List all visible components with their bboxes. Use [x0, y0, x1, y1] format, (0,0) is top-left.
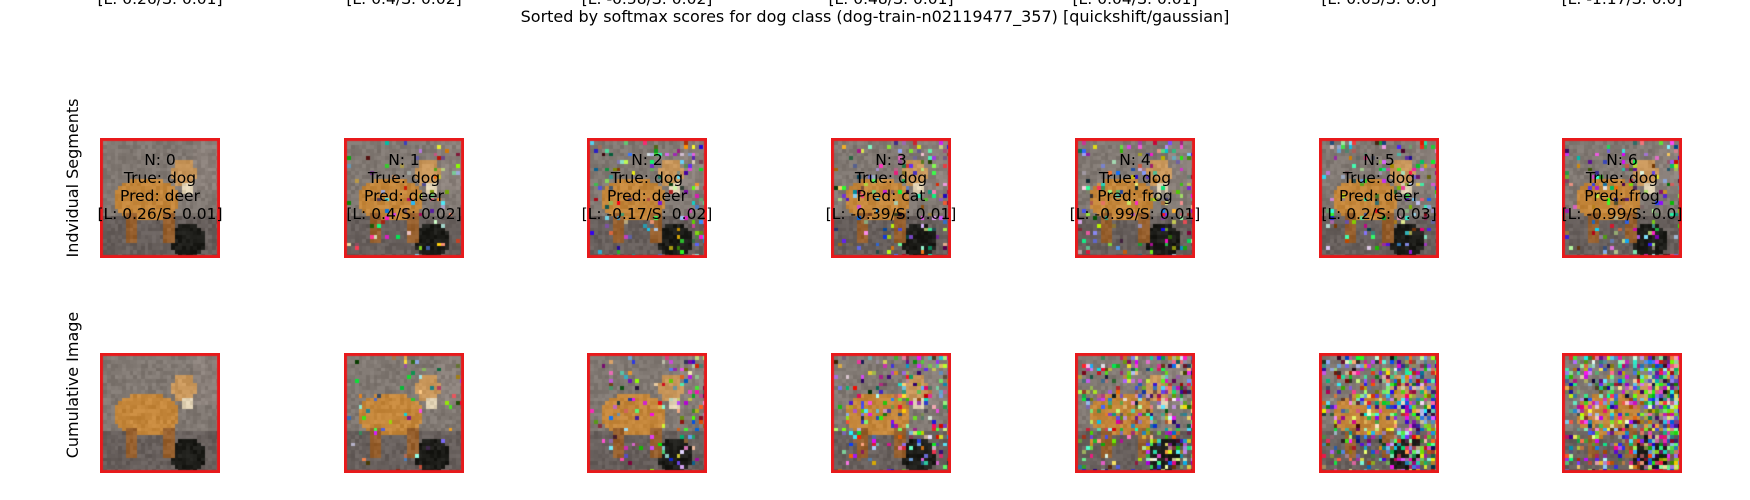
panel-title: N: 2 True: dog Pred: deer [L: -0.17/S: 0.02…	[517, 151, 777, 223]
panel-true-label: True: dog	[610, 169, 684, 187]
panel-title: N: 3True: dogPred: cat[L: 0.48/S: 0.01]	[761, 0, 1021, 8]
panel-score-label: [L: -0.17/S: 0.02]	[581, 205, 713, 223]
panel-pred-label: Pred: cat	[856, 187, 926, 205]
panel-pred-label: Pred: frog	[1097, 187, 1173, 205]
panel-score-label: [L: 0.4/S: 0.02]	[346, 205, 462, 223]
panel-score-label: [L: 0.04/S: 0.01]	[1005, 0, 1265, 8]
panel-n-label: N: 0	[144, 151, 176, 169]
panel-pred-label: Pred: deer	[607, 187, 687, 205]
panel-score-label: [L: 0.26/S: 0.01]	[30, 0, 290, 8]
perturbed-image-thumbnail	[831, 353, 951, 473]
panel-score-label: [L: 0.03/S: 0.0]	[1249, 0, 1509, 8]
panel-score-label: [L: -1.17/S: 0.0]	[1492, 0, 1750, 8]
panel-n-label: N: 3	[875, 151, 907, 169]
panel-score-label: [L: 0.2/S: 0.03]	[1321, 205, 1437, 223]
panel-title: N: 0True: dogPred: deer[L: 0.26/S: 0.01]	[30, 151, 290, 223]
perturbed-image-thumbnail	[587, 353, 707, 473]
row-label-cumulative-image: Cumulative Image	[63, 311, 82, 459]
panel-title: N: 6 True: dog Pred: frog [L: -0.99/S: 0.0]	[1492, 151, 1750, 223]
perturbed-image-thumbnail	[1562, 353, 1682, 473]
panel-true-label: True: dog	[854, 169, 928, 187]
panel-score-label: [L: -0.39/S: 0.01]	[825, 205, 957, 223]
panel-score-label: [L: -0.99/S: 0.0]	[1561, 205, 1683, 223]
panel-n-label: N: 5	[1363, 151, 1395, 169]
perturbed-image-thumbnail	[1075, 353, 1195, 473]
panel-n-label: N: 2	[631, 151, 663, 169]
panel-score-label: [L: 0.26/S: 0.01]	[97, 205, 223, 223]
panel-title: N: 4True: dogPred: deer[L: 0.04/S: 0.01]	[1005, 0, 1265, 8]
panel-title: N: 6True: dogPred: frog[L: -1.17/S: 0.0]	[1492, 0, 1750, 8]
panel-title: N: 3 True: dog Pred: cat [L: -0.39/S: 0.01]	[761, 151, 1021, 223]
panel-title: N: 5True: dogPred: deer[L: 0.03/S: 0.0]	[1249, 0, 1509, 8]
panel-score-label: [L: -0.99/S: 0.01]	[1069, 205, 1201, 223]
perturbed-image-thumbnail	[1319, 353, 1439, 473]
panel-title: N: 4 True: dog Pred: frog [L: -0.99/S: 0.01…	[1005, 151, 1265, 223]
panel-n-label: N: 6	[1606, 151, 1638, 169]
perturbed-image-thumbnail	[100, 353, 220, 473]
panel-score-label: [L: 0.4/S: 0.02]	[274, 0, 534, 8]
perturbed-image-thumbnail	[344, 353, 464, 473]
panel-title: N: 1True: dogPred: deer[L: 0.4/S: 0.02]	[274, 151, 534, 223]
figure-title: Sorted by softmax scores for dog class (…	[520, 7, 1230, 26]
panel-pred-label: Pred: deer	[120, 187, 200, 205]
panel-true-label: True: dog	[367, 169, 441, 187]
panel-pred-label: Pred: deer	[364, 187, 444, 205]
panel-title: N: 5 True: dog Pred: deer [L: 0.2/S: 0.03]	[1249, 151, 1509, 223]
panel-true-label: True: dog	[1098, 169, 1172, 187]
panel-n-label: N: 4	[1119, 151, 1151, 169]
panel-score-label: [L: -0.58/S: 0.02]	[517, 0, 777, 8]
panel-pred-label: Pred: deer	[1339, 187, 1419, 205]
panel-pred-label: Pred: frog	[1584, 187, 1660, 205]
panel-title: N: 1True: dogPred: deer[L: 0.4/S: 0.02]	[274, 0, 534, 8]
panel-n-label: N: 1	[388, 151, 420, 169]
panel-true-label: True: dog	[123, 169, 197, 187]
panel-title: N: 0True: dogPred: deer[L: 0.26/S: 0.01]	[30, 0, 290, 8]
panel-title: N: 2True: dogPred: deer[L: -0.58/S: 0.02…	[517, 0, 777, 8]
panel-true-label: True: dog	[1342, 169, 1416, 187]
panel-true-label: True: dog	[1585, 169, 1659, 187]
panel-score-label: [L: 0.48/S: 0.01]	[761, 0, 1021, 8]
